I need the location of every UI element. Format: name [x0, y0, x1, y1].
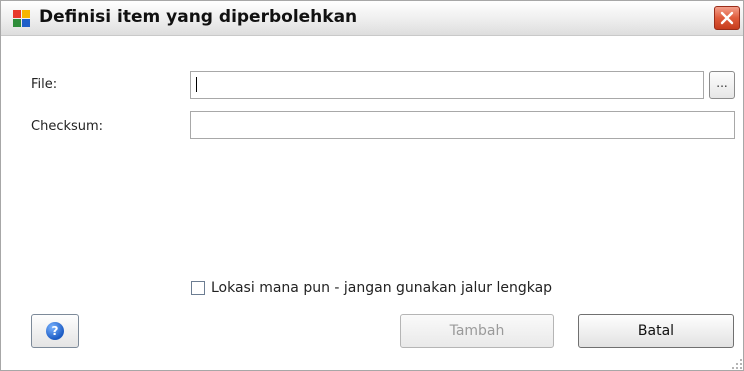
title-bar: Definisi item yang diperbolehkan [1, 1, 743, 36]
help-button[interactable]: ? [31, 314, 79, 348]
text-caret [196, 77, 197, 92]
file-label: File: [31, 77, 58, 92]
file-input[interactable] [190, 71, 704, 99]
avg-logo-icon [13, 10, 30, 27]
help-icon: ? [46, 322, 64, 340]
anywhere-checkbox[interactable] [191, 281, 205, 295]
resize-grip-icon[interactable] [731, 358, 743, 370]
dialog-title: Definisi item yang diperbolehkan [39, 7, 358, 27]
cancel-button[interactable]: Batal [578, 314, 734, 348]
add-button[interactable]: Tambah [400, 314, 554, 348]
checksum-label: Checksum: [31, 119, 104, 134]
anywhere-checkbox-label[interactable]: Lokasi mana pun - jangan gunakan jalur l… [211, 280, 552, 296]
browse-button[interactable]: ... [709, 71, 735, 99]
checksum-input[interactable] [190, 111, 735, 139]
close-button[interactable] [714, 6, 740, 30]
close-icon [720, 11, 734, 25]
dialog-window: Definisi item yang diperbolehkan File: .… [0, 0, 744, 371]
